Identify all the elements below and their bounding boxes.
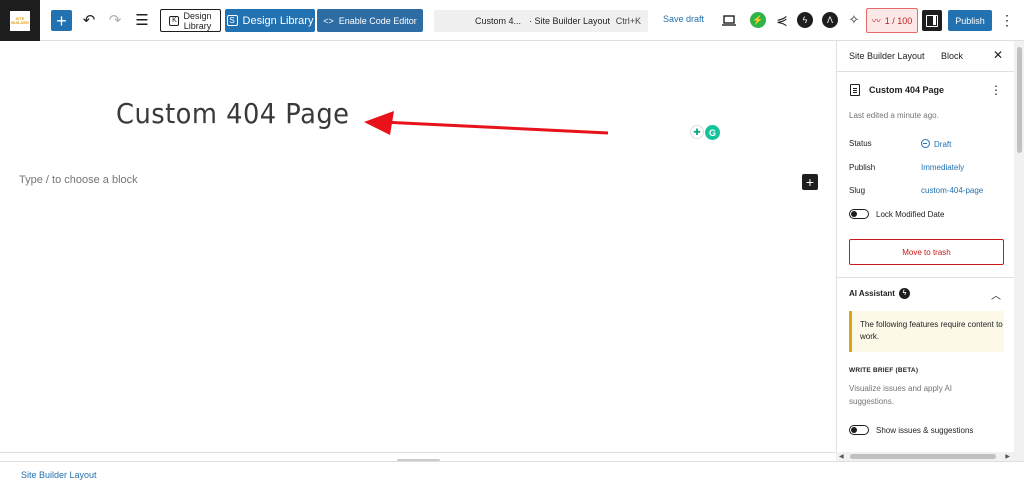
- trend-icon: 〰: [871, 16, 881, 26]
- block-placeholder[interactable]: Type / to choose a block: [19, 174, 138, 186]
- top-toolbar: SITE BUILDER + ↶ ↷ ☰ K Design Library S …: [0, 0, 1024, 41]
- design-library-s-icon: S: [226, 15, 238, 26]
- publish-value[interactable]: Immediately: [921, 163, 964, 172]
- lightbulb-icon[interactable]: ✚: [690, 125, 704, 139]
- design-library-icon: K: [169, 15, 180, 26]
- inline-add-block-button[interactable]: +: [802, 174, 818, 190]
- canvas-divider: [0, 452, 836, 453]
- status-value-text: Draft: [934, 140, 952, 149]
- design-library-button[interactable]: S Design Library: [225, 9, 315, 32]
- design-library-line1: Design: [183, 10, 212, 21]
- logo-mark: SITE BUILDER: [10, 10, 30, 31]
- ai-notice: The following features require content t…: [849, 311, 1004, 352]
- performance-icon[interactable]: ⚡: [750, 12, 766, 28]
- tab-site-builder-layout[interactable]: Site Builder Layout: [849, 51, 925, 61]
- horizontal-scroll-thumb[interactable]: [850, 454, 996, 459]
- undo-icon[interactable]: ↶: [78, 9, 100, 31]
- status-label: Status: [849, 139, 872, 148]
- publish-button[interactable]: Publish: [948, 10, 992, 31]
- draft-status-icon: [921, 139, 930, 148]
- ai-assistant-label: AI Assistant: [849, 289, 895, 298]
- counter-label: 1 / 100: [884, 15, 913, 26]
- panel-divider: [837, 277, 1015, 278]
- lock-modified-label: Lock Modified Date: [876, 209, 945, 219]
- close-icon[interactable]: ✕: [993, 48, 1003, 62]
- save-draft-button[interactable]: Save draft: [663, 14, 704, 24]
- lock-modified-row: Lock Modified Date: [849, 209, 944, 219]
- sidebar-toggle-icon: [926, 14, 938, 27]
- slug-label: Slug: [849, 186, 866, 195]
- ai-logo-icon[interactable]: Λ: [822, 12, 838, 28]
- lock-modified-toggle[interactable]: [849, 209, 869, 219]
- tab-block[interactable]: Block: [941, 51, 963, 61]
- settings-sidebar: Site Builder Layout Block ✕ Custom 404 P…: [836, 41, 1024, 461]
- seo-tools-icon[interactable]: ⋞: [771, 9, 793, 31]
- document-title: Custom 404 Page: [869, 85, 945, 95]
- last-edited-text: Last edited a minute ago.: [849, 111, 939, 120]
- page-title[interactable]: Custom 404 Page: [116, 97, 350, 130]
- chevron-up-icon[interactable]: ︿: [991, 287, 1001, 302]
- sidebar-scrollbar[interactable]: [1014, 41, 1024, 461]
- command-shortcut: Ctrl+K: [615, 16, 641, 26]
- enable-code-editor-button[interactable]: <> Enable Code Editor: [317, 9, 423, 32]
- page-icon: [850, 84, 860, 96]
- editor-canvas: Custom 404 Page ✚ G Type / to choose a b…: [0, 41, 836, 462]
- options-menu-icon[interactable]: ⋮: [1000, 11, 1014, 29]
- design-library-outline-button[interactable]: K Design Library: [160, 9, 221, 32]
- speed-icon[interactable]: ϟ: [797, 12, 813, 28]
- scroll-left-icon[interactable]: ◀: [839, 453, 844, 460]
- ai-assistant-header[interactable]: AI Assistant ϟ: [849, 288, 910, 299]
- grammarly-icon[interactable]: G: [705, 125, 720, 140]
- show-issues-row: Show issues & suggestions: [849, 425, 973, 435]
- site-logo[interactable]: SITE BUILDER: [0, 0, 40, 41]
- command-subtitle: · Site Builder Layout: [529, 16, 611, 26]
- slug-value[interactable]: custom-404-page: [921, 186, 983, 195]
- move-to-trash-button[interactable]: Move to trash: [849, 239, 1004, 265]
- write-brief-title: WRITE BRIEF (BETA): [849, 367, 919, 374]
- settings-panel-toggle[interactable]: [922, 10, 942, 31]
- design-library-line2: Library: [183, 20, 212, 31]
- document-summary: Custom 404 Page: [850, 84, 944, 96]
- score-counter[interactable]: 〰 1 / 100: [866, 8, 918, 33]
- write-brief-description: Visualize issues and apply AI suggestion…: [849, 384, 953, 406]
- footer-breadcrumb[interactable]: Site Builder Layout: [21, 470, 97, 480]
- document-actions-icon[interactable]: ⋮: [990, 83, 1002, 97]
- ai-bolt-icon: ϟ: [898, 288, 910, 299]
- red-arrow-annotation: [364, 111, 609, 135]
- code-icon: <>: [323, 15, 334, 26]
- editor-footer: Site Builder Layout: [0, 461, 1024, 486]
- sparkle-icon[interactable]: ✧: [843, 9, 865, 31]
- editor-app: SITE BUILDER + ↶ ↷ ☰ K Design Library S …: [0, 0, 1024, 486]
- code-editor-label: Enable Code Editor: [338, 15, 417, 26]
- redo-icon[interactable]: ↷: [104, 9, 126, 31]
- publish-label: Publish: [849, 163, 876, 172]
- show-issues-toggle[interactable]: [849, 425, 869, 435]
- show-issues-label: Show issues & suggestions: [876, 425, 974, 435]
- sidebar-scroll-thumb[interactable]: [1017, 47, 1022, 153]
- preview-desktop-icon[interactable]: [718, 9, 740, 31]
- sidebar-horizontal-scrollbar[interactable]: ◀ ▶: [836, 452, 1024, 461]
- scroll-right-icon[interactable]: ▶: [1005, 453, 1010, 460]
- document-overview-icon[interactable]: ☰: [131, 9, 153, 31]
- grammarly-widget[interactable]: ✚ G: [690, 125, 720, 140]
- design-library-label: Design Library: [242, 14, 314, 27]
- add-block-button[interactable]: +: [51, 10, 72, 31]
- sidebar-tabs: Site Builder Layout Block ✕: [837, 41, 1015, 72]
- status-value[interactable]: Draft: [921, 139, 951, 149]
- command-title: Custom 4...: [475, 16, 522, 26]
- command-palette-bar[interactable]: Custom 4... · Site Builder Layout Ctrl+K: [434, 10, 648, 32]
